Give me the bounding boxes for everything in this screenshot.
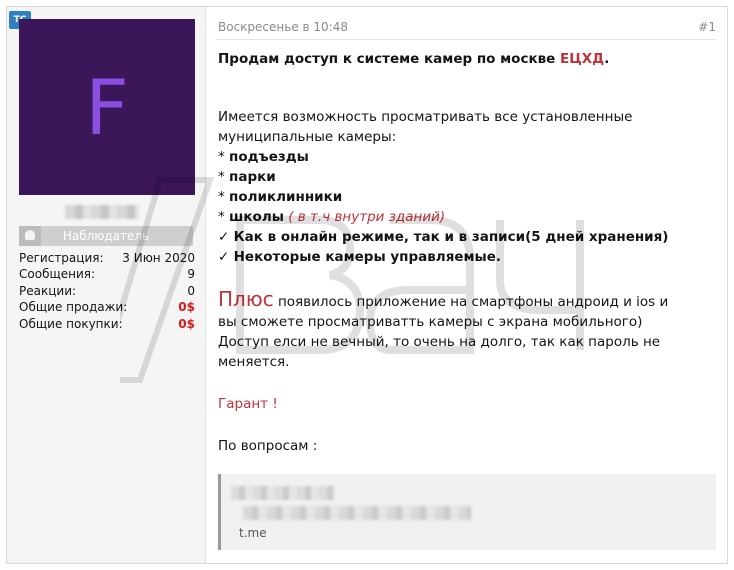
post-number[interactable]: #1 bbox=[698, 17, 716, 37]
stat-value: 3 Июн 2020 bbox=[122, 251, 195, 265]
intro-line: Имеется возможность просматривать все ус… bbox=[218, 109, 633, 125]
access-line: Доступ елси не вечный, то очень на долго… bbox=[218, 334, 661, 350]
guarantee-text: Гарант ! bbox=[218, 396, 278, 412]
telegram-link[interactable]: t.me bbox=[239, 526, 267, 540]
stat-label: Сообщения: bbox=[19, 267, 96, 282]
feature-item: ✓ Некоторые камеры управляемые. bbox=[218, 249, 502, 265]
stat-row-messages: Сообщения: 9 bbox=[19, 266, 195, 282]
stat-value: 9 bbox=[187, 267, 195, 282]
blurred-contact bbox=[243, 506, 471, 520]
user-role-banner: Наблюдатель bbox=[19, 226, 193, 246]
contact-text: По вопросам : bbox=[218, 438, 318, 454]
plus-word: Плюс bbox=[218, 287, 274, 311]
stat-label: Реакции: bbox=[19, 283, 77, 298]
list-item: * школы ( в т.ч внутри зданий) bbox=[218, 209, 446, 225]
feature-item: ✓ Как в онлайн режиме, так и в записи(5 … bbox=[218, 229, 669, 245]
post-date[interactable]: Воскресенье в 10:48 bbox=[218, 17, 348, 37]
stat-value: 0 bbox=[187, 283, 195, 298]
username-blurred[interactable] bbox=[65, 205, 139, 219]
list-item: * поликлинники bbox=[218, 189, 343, 205]
user-sidebar: ТС F Наблюдатель Регистрация: 3 Июн 2020… bbox=[7, 7, 206, 563]
post-title: Продам доступ к системе камер по москве … bbox=[218, 51, 610, 67]
title-accent: ЕЦХД bbox=[560, 51, 605, 67]
intro-line: муниципальные камеры: bbox=[218, 129, 397, 145]
post-content: Воскресенье в 10:48 #1 Продам доступ к с… bbox=[206, 7, 727, 563]
stat-row-sales: Общие продажи: 0$ bbox=[19, 299, 195, 315]
user-role-label: Наблюдатель bbox=[62, 229, 150, 243]
stat-label: Общие покупки: bbox=[19, 316, 123, 331]
stat-value: 0$ bbox=[178, 316, 195, 331]
list-item: * подъезды bbox=[218, 149, 309, 165]
list-item: * парки bbox=[218, 169, 276, 185]
stat-row-purchases: Общие покупки: 0$ bbox=[19, 316, 195, 332]
stat-label: Регистрация: bbox=[19, 251, 104, 265]
blurred-contact bbox=[231, 486, 335, 500]
stat-label: Общие продажи: bbox=[19, 300, 128, 315]
check-icon: ✓ bbox=[218, 229, 230, 245]
contact-quote: t.me bbox=[218, 474, 716, 550]
plus-paragraph: Плюс появилось приложение на смартфоны а… bbox=[218, 287, 669, 311]
schools-note: ( в т.ч внутри зданий) bbox=[288, 209, 446, 225]
stat-row-reactions: Реакции: 0 bbox=[19, 283, 195, 299]
access-line: меняется. bbox=[218, 354, 290, 370]
check-icon: ✓ bbox=[218, 249, 230, 265]
avatar[interactable]: F bbox=[19, 19, 195, 195]
stat-row-registration: Регистрация: 3 Июн 2020 bbox=[19, 250, 195, 266]
user-stats: Регистрация: 3 Июн 2020 Сообщения: 9 Реа… bbox=[19, 250, 195, 332]
stat-value: 0$ bbox=[178, 300, 195, 315]
post-header: Воскресенье в 10:48 #1 bbox=[216, 15, 716, 40]
plus-line: вы сможете просматриватть камеры с экран… bbox=[218, 314, 643, 330]
post-container: ТС F Наблюдатель Регистрация: 3 Июн 2020… bbox=[6, 6, 728, 564]
post-body: Продам доступ к системе камер по москве … bbox=[218, 49, 718, 456]
ghost-icon bbox=[19, 226, 41, 246]
